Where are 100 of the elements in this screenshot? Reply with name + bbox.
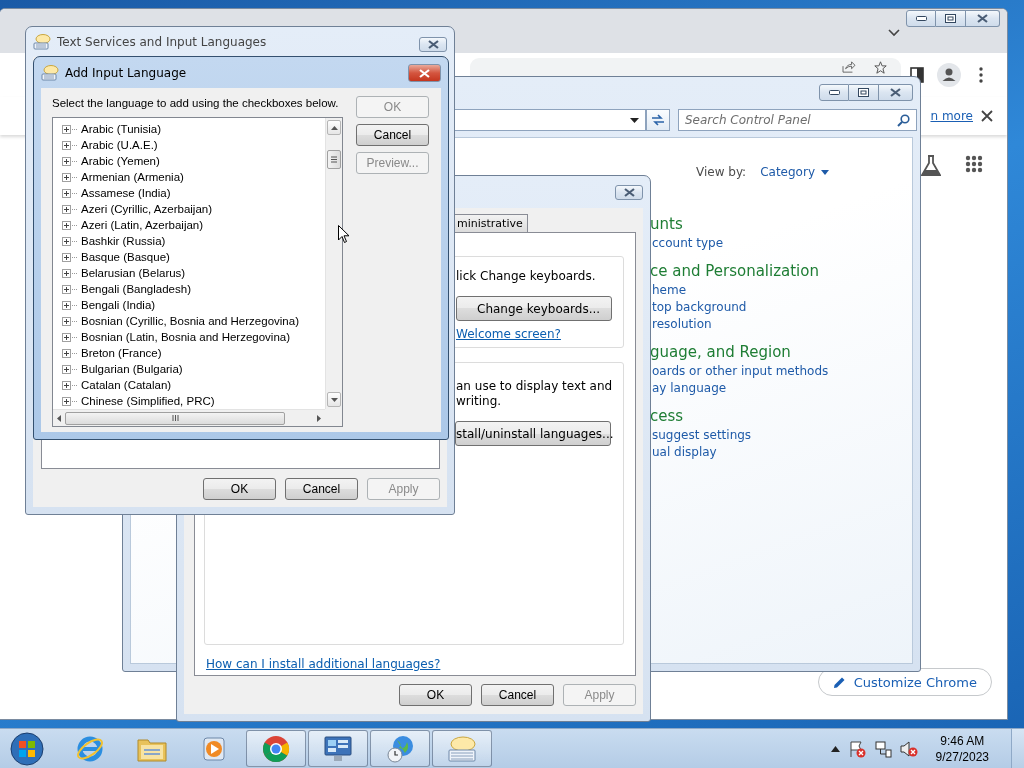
learn-more-link[interactable]: n more [930, 109, 973, 123]
language-item[interactable]: Arabic (Yemen) [81, 155, 160, 167]
language-item[interactable]: Belarusian (Belarus) [81, 267, 186, 279]
language-item[interactable]: Basque (Basque) [81, 251, 170, 263]
change-keyboards-button[interactable]: Change keyboards... [456, 296, 612, 321]
flag-alert-icon[interactable] [847, 739, 866, 758]
taskbar-button[interactable] [370, 730, 430, 767]
profile-icon[interactable] [937, 63, 961, 87]
category-task-link[interactable]: resolution [650, 316, 912, 333]
expand-icon[interactable] [62, 364, 71, 374]
category-task-link[interactable]: ay language [650, 380, 912, 397]
expand-icon[interactable] [62, 284, 71, 294]
minimize-button[interactable] [819, 84, 849, 101]
language-item[interactable]: Arabic (U.A.E.) [81, 139, 158, 151]
expand-icon[interactable] [62, 188, 71, 198]
language-item[interactable]: Breton (France) [81, 347, 162, 359]
speaker-muted-icon[interactable] [899, 739, 918, 758]
category-task-link[interactable]: suggest settings [650, 427, 912, 444]
category-heading-link[interactable]: ce and Personalization [650, 261, 912, 281]
category-task-link[interactable]: heme [650, 282, 912, 299]
category-task-link[interactable]: oards or other input methods [650, 363, 912, 380]
expand-icon[interactable] [62, 380, 71, 390]
view-by-dropdown[interactable]: Category [760, 165, 829, 179]
language-item[interactable]: Assamese (India) [81, 187, 171, 199]
dialog-button[interactable]: Cancel [356, 124, 429, 146]
arrow-left-icon[interactable] [57, 414, 61, 422]
install-languages-button[interactable]: stall/uninstall languages... [455, 421, 611, 446]
arrow-down-icon[interactable] [330, 397, 338, 402]
help-link[interactable]: How can I install additional languages? [206, 657, 441, 671]
language-item[interactable]: Azeri (Latin, Azerbaijan) [81, 219, 204, 231]
expand-icon[interactable] [62, 316, 71, 326]
expand-icon[interactable] [62, 172, 71, 182]
search-field[interactable]: Search Control Panel [678, 109, 917, 131]
close-icon [977, 14, 988, 23]
expand-icon[interactable] [62, 204, 71, 214]
flask-icon[interactable] [921, 155, 941, 177]
start-button[interactable] [10, 731, 44, 766]
category-task-link[interactable]: ual display [650, 444, 912, 461]
close-button[interactable] [879, 84, 913, 101]
expand-icon[interactable] [62, 220, 71, 230]
language-item[interactable]: Chinese (Simplified, PRC) [81, 395, 215, 407]
refresh-button[interactable] [646, 109, 670, 131]
maximize-button[interactable] [936, 10, 966, 27]
maximize-button[interactable] [849, 84, 879, 101]
category-heading-link[interactable]: cess [650, 406, 912, 426]
expand-icon[interactable] [62, 332, 71, 342]
show-hidden-icons-icon[interactable] [830, 745, 840, 752]
arrow-right-icon[interactable] [317, 414, 321, 422]
language-item[interactable]: Bosnian (Latin, Bosnia and Herzegovina) [81, 331, 291, 343]
language-item[interactable]: Catalan (Catalan) [81, 379, 172, 391]
expand-icon[interactable] [62, 396, 71, 406]
welcome-screen-link[interactable]: Welcome screen? [456, 327, 561, 341]
close-icon[interactable] [981, 110, 993, 122]
category-task-link[interactable]: ccount type [650, 235, 912, 252]
language-item[interactable]: Bulgarian (Bulgaria) [81, 363, 183, 375]
language-item[interactable]: Azeri (Cyrillic, Azerbaijan) [81, 203, 212, 215]
instruction-text: Select the language to add using the checkboxes below. [52, 96, 340, 110]
taskbar-button[interactable] [432, 730, 492, 767]
close-button[interactable] [966, 10, 1000, 27]
tab[interactable]: ministrative [453, 214, 528, 232]
close-button[interactable] [615, 185, 643, 200]
customize-chrome-button[interactable]: Customize Chrome [817, 668, 992, 696]
chevron-down-icon[interactable] [888, 29, 900, 37]
category-task-link[interactable]: top background [650, 299, 912, 316]
apps-grid-icon[interactable] [965, 155, 983, 173]
close-button[interactable] [419, 37, 447, 52]
language-item[interactable]: Arabic (Tunisia) [81, 123, 162, 135]
taskbar-button[interactable] [308, 730, 368, 767]
network-icon[interactable] [873, 739, 892, 758]
language-item[interactable]: Bashkir (Russia) [81, 235, 166, 247]
minimize-button[interactable] [906, 10, 936, 27]
expand-icon[interactable] [62, 300, 71, 310]
expand-icon[interactable] [62, 268, 71, 278]
language-item[interactable]: Bengali (India) [81, 299, 156, 311]
horizontal-scrollbar[interactable] [53, 409, 325, 426]
arrow-up-icon[interactable] [330, 125, 338, 130]
expand-icon[interactable] [62, 348, 71, 358]
taskbar-button[interactable] [246, 730, 306, 767]
dialog-button[interactable]: Cancel [285, 478, 358, 500]
vertical-scrollbar[interactable] [325, 118, 342, 409]
dialog-button[interactable]: OK [203, 478, 276, 500]
dropdown-icon[interactable] [630, 117, 639, 123]
category-heading-link[interactable]: guage, and Region [650, 342, 912, 362]
expand-icon[interactable] [62, 252, 71, 262]
clock[interactable]: 9:46 AM 9/27/2023 [935, 732, 989, 765]
share-icon[interactable] [842, 61, 856, 73]
dialog-button[interactable]: Cancel [481, 684, 554, 706]
expand-icon[interactable] [62, 140, 71, 150]
dialog-button[interactable]: OK [399, 684, 472, 706]
language-item[interactable]: Bosnian (Cyrillic, Bosnia and Herzegovina) [81, 315, 299, 327]
language-item[interactable]: Bengali (Bangladesh) [81, 283, 191, 295]
expand-icon[interactable] [62, 156, 71, 166]
menu-icon[interactable] [979, 67, 983, 83]
star-icon[interactable] [874, 61, 887, 74]
close-button[interactable] [408, 64, 441, 82]
minimize-icon [828, 90, 840, 95]
category-heading-link[interactable]: unts [650, 214, 912, 234]
expand-icon[interactable] [62, 124, 71, 134]
expand-icon[interactable] [62, 236, 71, 246]
language-item[interactable]: Armenian (Armenia) [81, 171, 184, 183]
